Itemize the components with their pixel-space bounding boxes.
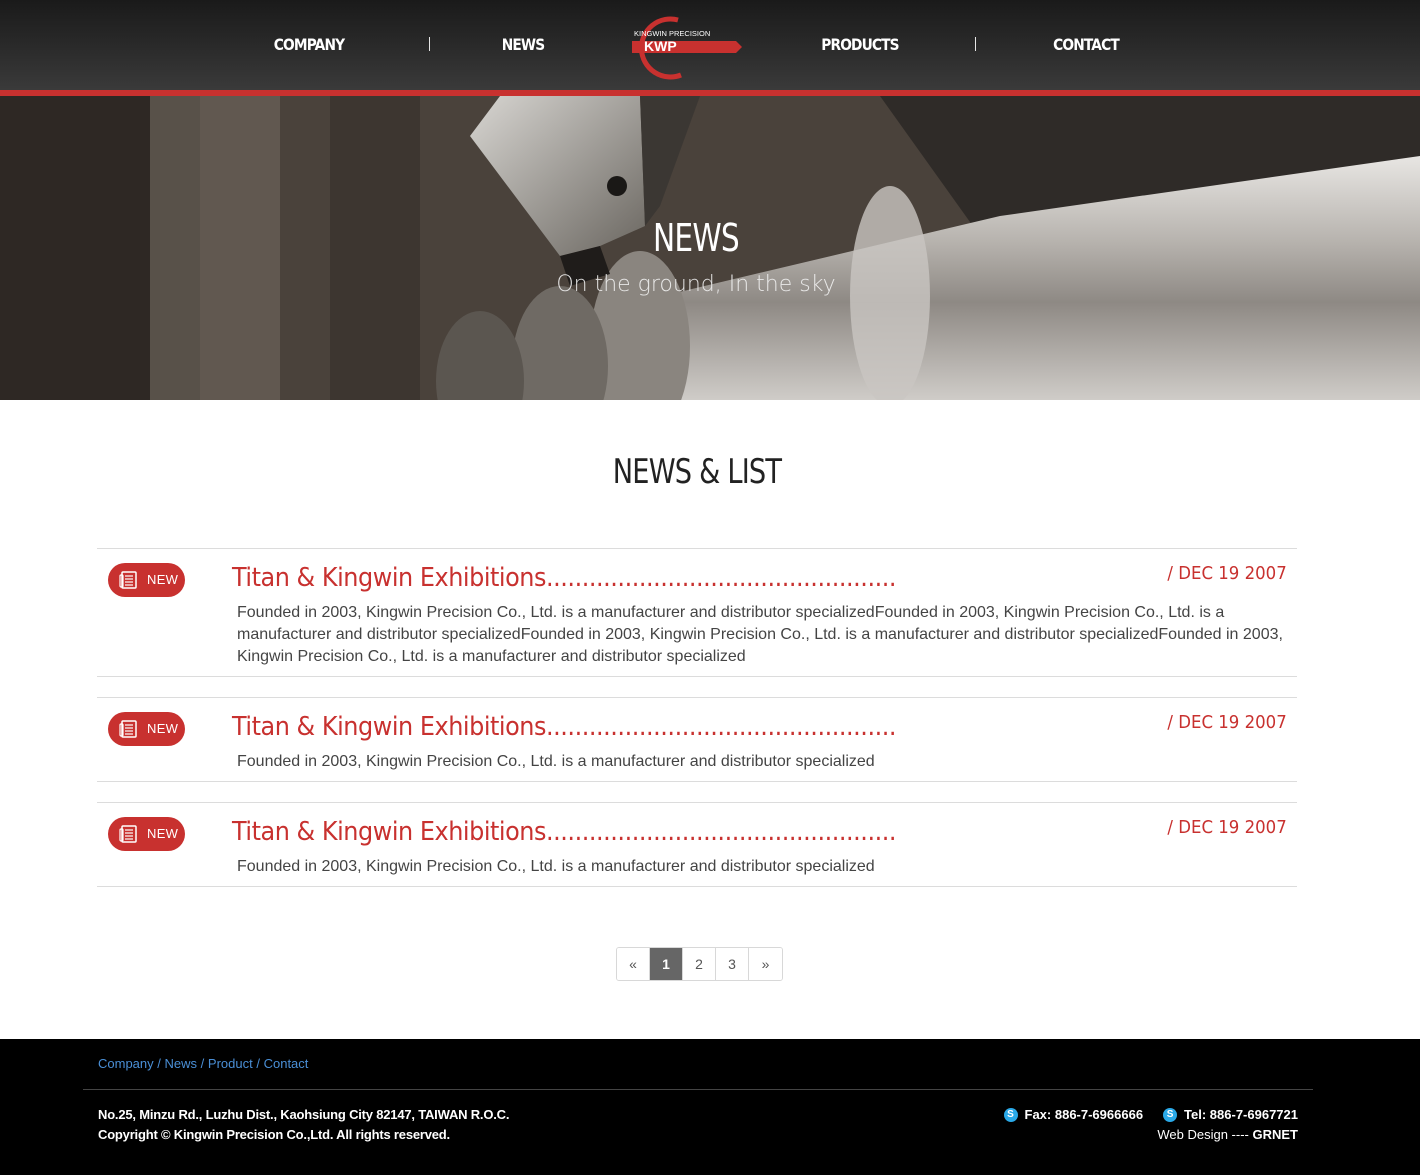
news-summary: Founded in 2003, Kingwin Precision Co., … (237, 753, 875, 770)
credit-name[interactable]: GRNET (1253, 1127, 1299, 1142)
page-2-button[interactable]: 2 (683, 948, 716, 980)
badge-label: NEW (147, 572, 179, 587)
news-badge[interactable]: NEW (108, 817, 185, 851)
footer-link-company[interactable]: Company (98, 1056, 154, 1071)
news-item: NEW Titan & Kingwin Exhibitions.........… (97, 697, 1297, 782)
news-date: / DEC 19 2007 (1167, 563, 1287, 584)
footer-link-contact[interactable]: Contact (264, 1056, 309, 1071)
footer-separator: / (256, 1056, 260, 1071)
svg-text:KWP: KWP (644, 38, 677, 54)
logo-mark-icon: KWP KINGWIN PRECISION (632, 16, 742, 80)
badge-label: NEW (147, 721, 179, 736)
nav-divider (975, 37, 976, 51)
badge-label: NEW (147, 826, 179, 841)
nav-divider (429, 37, 430, 51)
site-header: COMPANY NEWS KWP KINGWIN PRECISION PRODU… (0, 0, 1420, 90)
footer-fax: Fax: 886-7-6966666 (1024, 1107, 1144, 1122)
nav-news[interactable]: NEWS (489, 33, 558, 57)
news-title-link[interactable]: Titan & Kingwin Exhibitions.............… (232, 817, 896, 847)
news-summary: Founded in 2003, Kingwin Precision Co., … (237, 858, 875, 875)
footer-link-product[interactable]: Product (208, 1056, 253, 1071)
hero-banner: NEWS On the ground, In the sky (0, 96, 1420, 400)
kingwin-logo[interactable]: KWP KINGWIN PRECISION (624, 14, 744, 80)
news-date: / DEC 19 2007 (1167, 712, 1287, 733)
footer-copyright: Copyright © Kingwin Precision Co.,Ltd. A… (98, 1127, 450, 1142)
news-badge[interactable]: NEW (108, 563, 185, 597)
pagination: « 1 2 3 » (616, 947, 783, 981)
news-item: NEW Titan & Kingwin Exhibitions.........… (97, 802, 1297, 887)
news-item: NEW Titan & Kingwin Exhibitions.........… (97, 548, 1297, 677)
skype-icon: S (1003, 1107, 1018, 1122)
footer-contact: S Fax: 886-7-6966666 S Tel: 886-7-696772… (1003, 1107, 1298, 1122)
footer-nav: Company / News / Product / Contact (98, 1056, 308, 1071)
footer-credit: Web Design ---- GRNET (1157, 1127, 1298, 1142)
page-prev-button[interactable]: « (617, 948, 650, 980)
page-1-button[interactable]: 1 (650, 948, 683, 980)
newspaper-icon (119, 571, 137, 589)
footer-divider (83, 1089, 1313, 1090)
newspaper-icon (119, 825, 137, 843)
svg-text:KINGWIN PRECISION: KINGWIN PRECISION (634, 29, 710, 38)
hero-title: NEWS (653, 216, 740, 260)
footer-tel: Tel: 886-7-6967721 (1184, 1107, 1298, 1122)
nav-contact[interactable]: CONTACT (1043, 33, 1129, 57)
footer-address: No.25, Minzu Rd., Luzhu Dist., Kaohsiung… (98, 1107, 510, 1122)
page-3-button[interactable]: 3 (716, 948, 749, 980)
footer-separator: / (200, 1056, 205, 1071)
news-title-link[interactable]: Titan & Kingwin Exhibitions.............… (232, 563, 896, 593)
page-title: NEWS & LIST (612, 452, 782, 492)
hero-subtitle: On the ground, In the sky (556, 272, 836, 297)
skype-icon: S (1163, 1107, 1178, 1122)
page-next-button[interactable]: » (749, 948, 782, 980)
newspaper-icon (119, 720, 137, 738)
site-footer: Company / News / Product / Contact No.25… (0, 1039, 1420, 1175)
news-badge[interactable]: NEW (108, 712, 185, 746)
credit-prefix: Web Design ---- (1157, 1127, 1253, 1142)
footer-separator: / (157, 1056, 161, 1071)
news-title-link[interactable]: Titan & Kingwin Exhibitions.............… (232, 712, 896, 742)
nav-products[interactable]: PRODUCTS (817, 33, 903, 57)
news-summary: Founded in 2003, Kingwin Precision Co., … (237, 604, 1283, 665)
news-date: / DEC 19 2007 (1167, 817, 1287, 838)
nav-company[interactable]: COMPANY (266, 33, 352, 57)
footer-link-news[interactable]: News (165, 1056, 198, 1071)
